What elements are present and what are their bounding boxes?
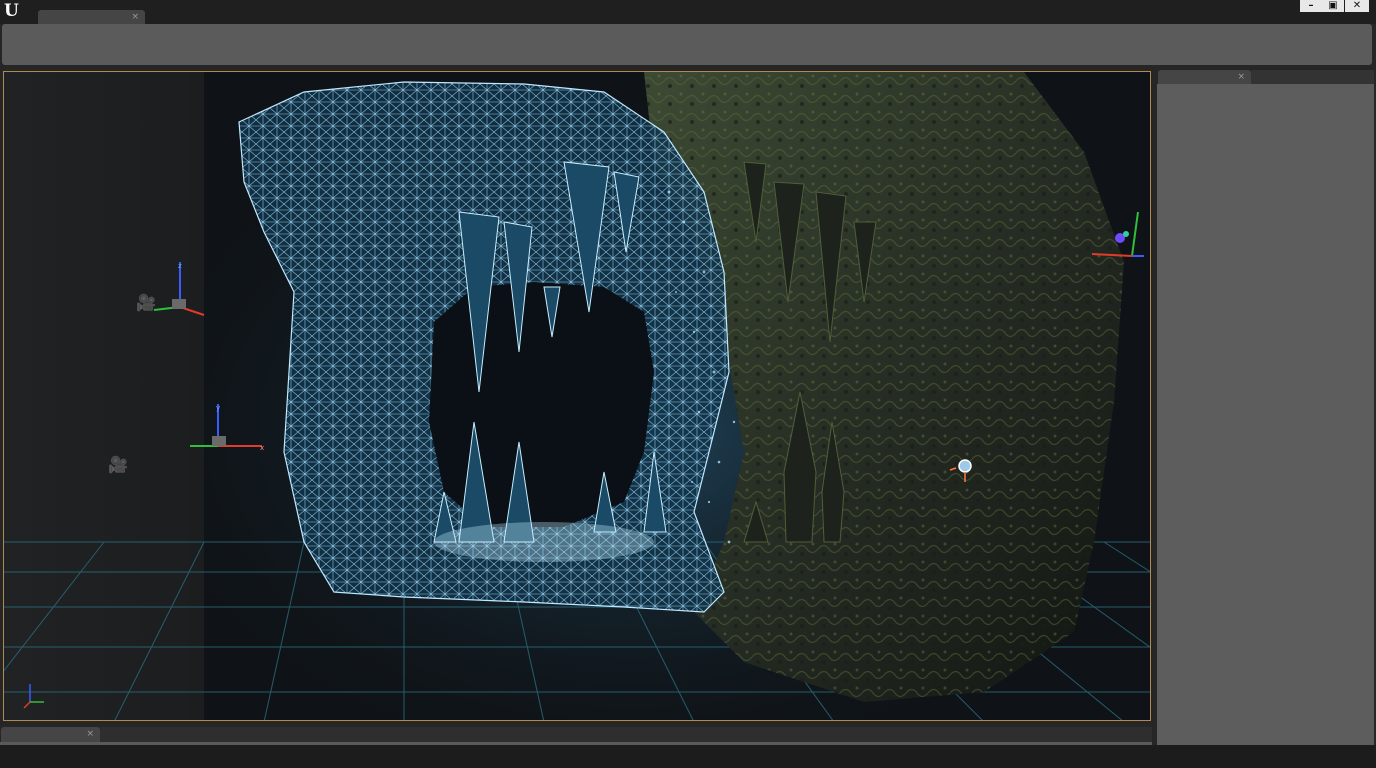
axis-x-label: x <box>260 444 264 452</box>
tab-close-icon[interactable]: × <box>1237 71 1245 83</box>
level-viewport[interactable]: z 🎥 y x 🎥 <box>3 71 1151 721</box>
axis-y-label: y <box>216 404 220 412</box>
restore-button[interactable]: ▣ <box>1322 0 1344 12</box>
minimize-button[interactable]: – <box>1300 0 1322 12</box>
unreal-logo-icon[interactable]: U <box>4 1 24 21</box>
tab-close-icon[interactable]: × <box>131 11 139 23</box>
cave-wireframe <box>238 81 736 613</box>
tab-details[interactable]: × <box>1158 70 1251 85</box>
title-bar <box>0 0 1376 24</box>
tab-close-icon[interactable]: × <box>86 728 94 740</box>
axis-z-label: z <box>178 262 182 270</box>
tab-level[interactable]: × <box>38 10 145 24</box>
camera-icon[interactable]: 🎥 <box>108 455 128 474</box>
status-bar <box>0 745 1376 768</box>
tab-content-browser[interactable]: × <box>1 727 100 742</box>
close-button[interactable]: ✕ <box>1345 0 1369 12</box>
viewport-scene[interactable]: z 🎥 y x 🎥 <box>4 72 1151 721</box>
main-toolbar <box>2 24 1372 65</box>
camera-icon[interactable]: 🎥 <box>136 293 156 312</box>
viewport-left-shade <box>4 72 204 720</box>
bottom-tab-strip <box>100 727 1152 742</box>
details-panel[interactable] <box>1157 84 1374 745</box>
details-tab-strip <box>1251 70 1374 85</box>
